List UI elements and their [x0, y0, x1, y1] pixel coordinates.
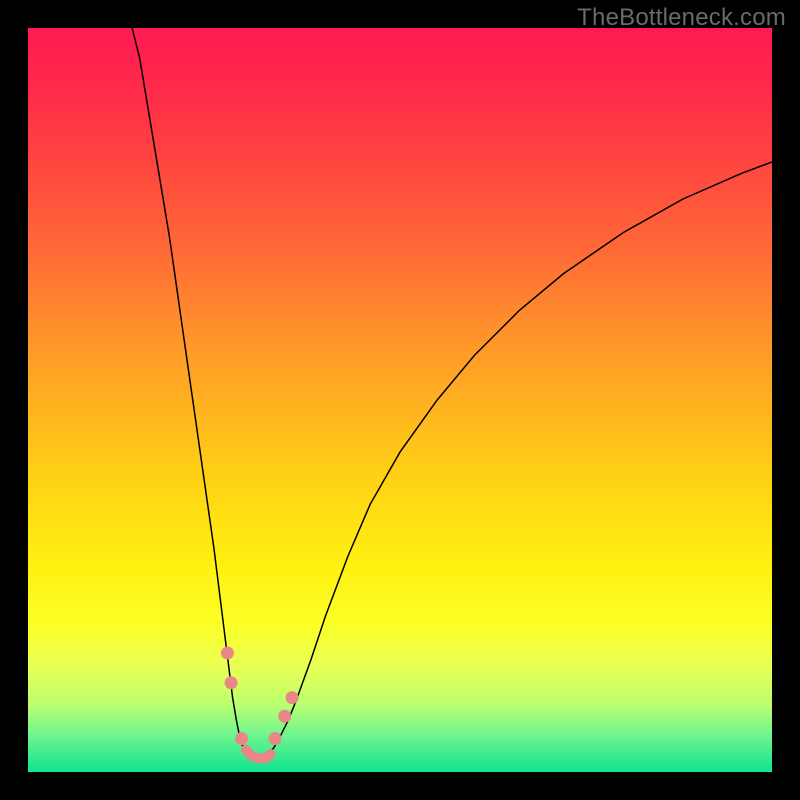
watermark-text: TheBottleneck.com [577, 4, 786, 32]
marker-dot [278, 710, 291, 723]
marker-dot [286, 691, 299, 704]
right-curve [266, 162, 772, 756]
chart-svg-layer [28, 28, 772, 772]
marker-dots-right [269, 691, 299, 745]
marker-dot [269, 732, 282, 745]
valley-marker-stroke [246, 750, 271, 759]
marker-dot [235, 732, 248, 745]
marker-dot [221, 646, 234, 659]
marker-dot [225, 676, 238, 689]
left-curve [132, 28, 251, 756]
chart-frame: TheBottleneck.com [0, 0, 800, 800]
marker-dots-left [221, 646, 248, 745]
